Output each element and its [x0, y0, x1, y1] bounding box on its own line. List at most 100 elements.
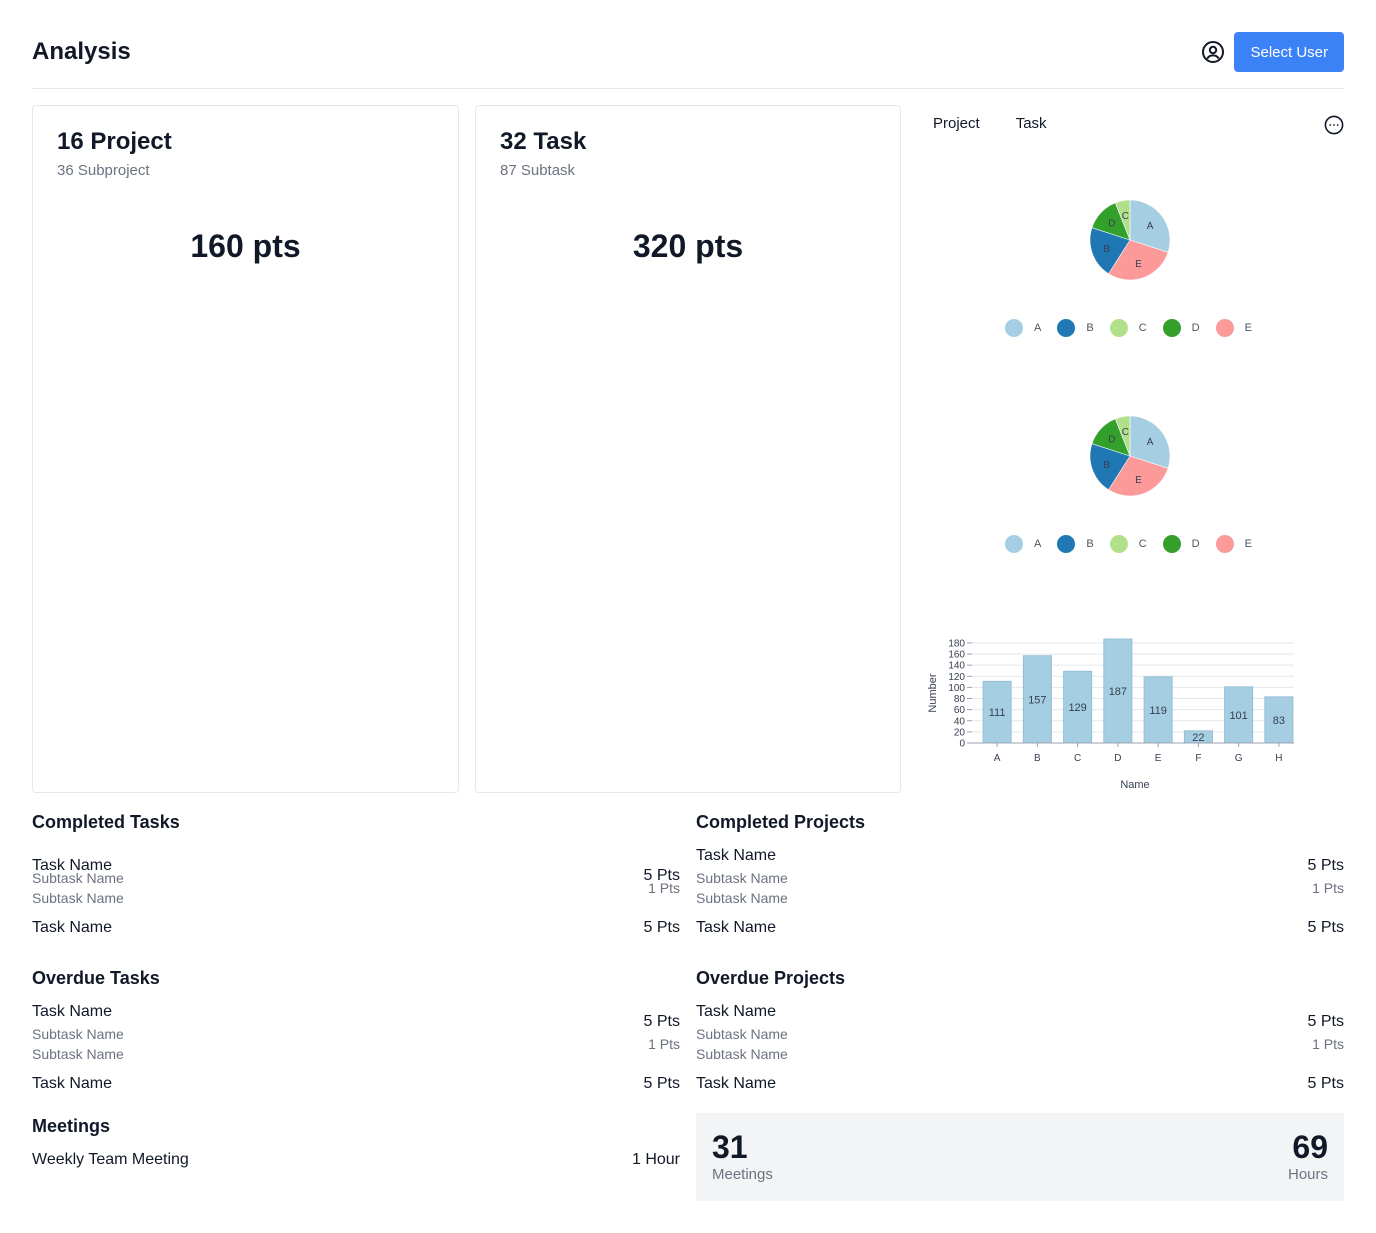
project-points: 160 pts — [190, 228, 301, 264]
subtask-name: Subtask Name — [696, 870, 788, 886]
task-points: 5 Pts — [643, 1075, 680, 1092]
legend-label: D — [1191, 538, 1200, 550]
task-pie-chart: A E B DC — [1089, 415, 1171, 497]
pie-slice-label: A — [1147, 221, 1154, 232]
legend-label: B — [1086, 538, 1094, 550]
y-tick-label: 160 — [948, 650, 965, 661]
task-name: Task Name — [32, 1075, 113, 1092]
tab-project[interactable]: Project — [933, 115, 980, 132]
y-tick-label: 140 — [948, 661, 965, 672]
bar-value-label: 101 — [1229, 710, 1247, 722]
bar-value-label: 83 — [1273, 715, 1285, 727]
user-circle-icon[interactable] — [1201, 40, 1225, 64]
meeting-item[interactable]: Weekly Team Meeting 1 Hour — [32, 1151, 680, 1169]
y-tick-label: 20 — [954, 727, 966, 738]
legend-label: C — [1138, 322, 1147, 334]
legend-label: E — [1244, 322, 1252, 334]
y-tick-label: 80 — [954, 694, 966, 705]
x-tick-label: D — [1114, 753, 1121, 764]
legend-item-b[interactable]: B — [1057, 535, 1094, 553]
project-count: 16 Project — [57, 128, 172, 155]
meetings-title: Meetings — [32, 1116, 111, 1136]
x-tick-label: E — [1155, 753, 1162, 764]
meetings-summary: 31 Meetings 69 Hours — [696, 1113, 1344, 1201]
y-tick-label: 60 — [954, 705, 966, 716]
subtask-name: Subtask Name — [32, 1046, 124, 1062]
bar-chart: 020406080100120140160180 111 A 157 B 129 C 187 D… — [927, 638, 1294, 791]
list-item[interactable]: Subtask Name — [32, 1046, 680, 1062]
legend-item-b[interactable]: B — [1057, 319, 1094, 337]
meeting-name: Weekly Team Meeting — [32, 1151, 189, 1168]
legend-label: B — [1086, 322, 1094, 334]
list-item[interactable]: Subtask Name 1 Pts — [32, 1026, 680, 1052]
bar-value-label: 129 — [1068, 702, 1086, 714]
project-summary-card: 16 Project 36 Subproject 160 pts — [32, 105, 459, 793]
project-task-name: Task Name — [696, 919, 777, 936]
legend-item-c[interactable]: C — [1109, 535, 1147, 553]
legend-swatch — [1109, 535, 1128, 553]
list-item[interactable]: Subtask Name 1 Pts — [696, 870, 1344, 896]
pie-slice-label: D — [1108, 219, 1115, 230]
legend-item-e[interactable]: E — [1215, 535, 1252, 553]
legend-label: C — [1138, 538, 1147, 550]
list-item[interactable]: Subtask Name 1 Pts — [696, 1026, 1344, 1052]
page-header: Analysis Select User — [32, 32, 1344, 72]
list-item[interactable]: Task Name 5 Pts — [696, 919, 1344, 937]
subtask-count: 87 Subtask — [500, 162, 576, 179]
hours-count: 69 — [1292, 1129, 1328, 1165]
legend-swatch — [1005, 319, 1023, 337]
completed-tasks-title: Completed Tasks — [32, 812, 180, 832]
pie-slice-label: D — [1108, 435, 1115, 446]
legend-swatch — [1162, 535, 1181, 553]
subtask-name: Subtask Name — [696, 1026, 788, 1042]
chart-tabs: Project Task — [933, 115, 1047, 132]
y-tick-label: 0 — [959, 739, 965, 750]
header-actions: Select User — [1201, 32, 1344, 72]
legend-item-d[interactable]: D — [1162, 535, 1200, 553]
meeting-duration: 1 Hour — [631, 1151, 680, 1168]
list-item[interactable]: Task Name 5 Pts — [32, 1075, 680, 1093]
list-item[interactable]: Task Name 5 Pts — [32, 1003, 680, 1030]
task-count: 32 Task — [500, 128, 587, 155]
hours-label: Hours — [1287, 1166, 1328, 1183]
list-item[interactable]: Subtask Name — [696, 890, 1344, 906]
legend-item-d[interactable]: D — [1162, 319, 1200, 337]
bar-value-label: 22 — [1192, 732, 1204, 744]
pie-slice-label: C — [1122, 427, 1129, 438]
list-item[interactable]: Task Name 5 Pts — [696, 1075, 1344, 1093]
legend-swatch — [1215, 319, 1234, 337]
legend-item-c[interactable]: C — [1109, 319, 1147, 337]
bar-value-label: 187 — [1109, 686, 1127, 698]
list-item[interactable]: Subtask Name — [32, 890, 680, 906]
bar-value-label: 157 — [1028, 694, 1046, 706]
legend-swatch — [1109, 319, 1128, 337]
legend-label: A — [1034, 322, 1042, 334]
select-user-button[interactable]: Select User — [1234, 32, 1344, 72]
y-tick-label: 120 — [948, 672, 965, 683]
pie-slice-label: C — [1122, 211, 1129, 222]
project-task-points: 5 Pts — [1307, 919, 1344, 936]
list-item[interactable]: Subtask Name — [696, 1046, 1344, 1062]
more-horizontal-icon[interactable] — [1324, 115, 1344, 135]
task-name: Task Name — [32, 919, 113, 936]
list-item[interactable]: Task Name 5 Pts — [32, 919, 680, 937]
project-pie-chart: A E B DC — [1089, 199, 1171, 281]
legend-item-a[interactable]: A — [1005, 535, 1041, 553]
legend-label: A — [1034, 538, 1042, 550]
pie-slice-label: E — [1135, 475, 1142, 486]
list-item[interactable]: Task Name 5 Pts — [696, 1003, 1344, 1030]
task-points: 320 pts — [632, 228, 744, 264]
list-item[interactable]: Task Name 5 Pts — [696, 847, 1344, 874]
task-pie-legend: A B C D E — [1005, 535, 1268, 553]
legend-swatch — [1057, 319, 1076, 337]
legend-item-a[interactable]: A — [1005, 319, 1041, 337]
legend-item-e[interactable]: E — [1215, 319, 1252, 337]
tab-task[interactable]: Task — [1016, 115, 1047, 132]
legend-swatch — [1215, 535, 1234, 553]
list-item[interactable]: Subtask Name 1 Pts — [32, 870, 680, 896]
meetings-label: Meetings — [712, 1166, 773, 1183]
bar-value-label: 119 — [1149, 705, 1167, 717]
legend-swatch — [1057, 535, 1076, 553]
project-pie-legend: A B C D E — [1005, 319, 1268, 337]
y-tick-label: 100 — [948, 683, 965, 694]
